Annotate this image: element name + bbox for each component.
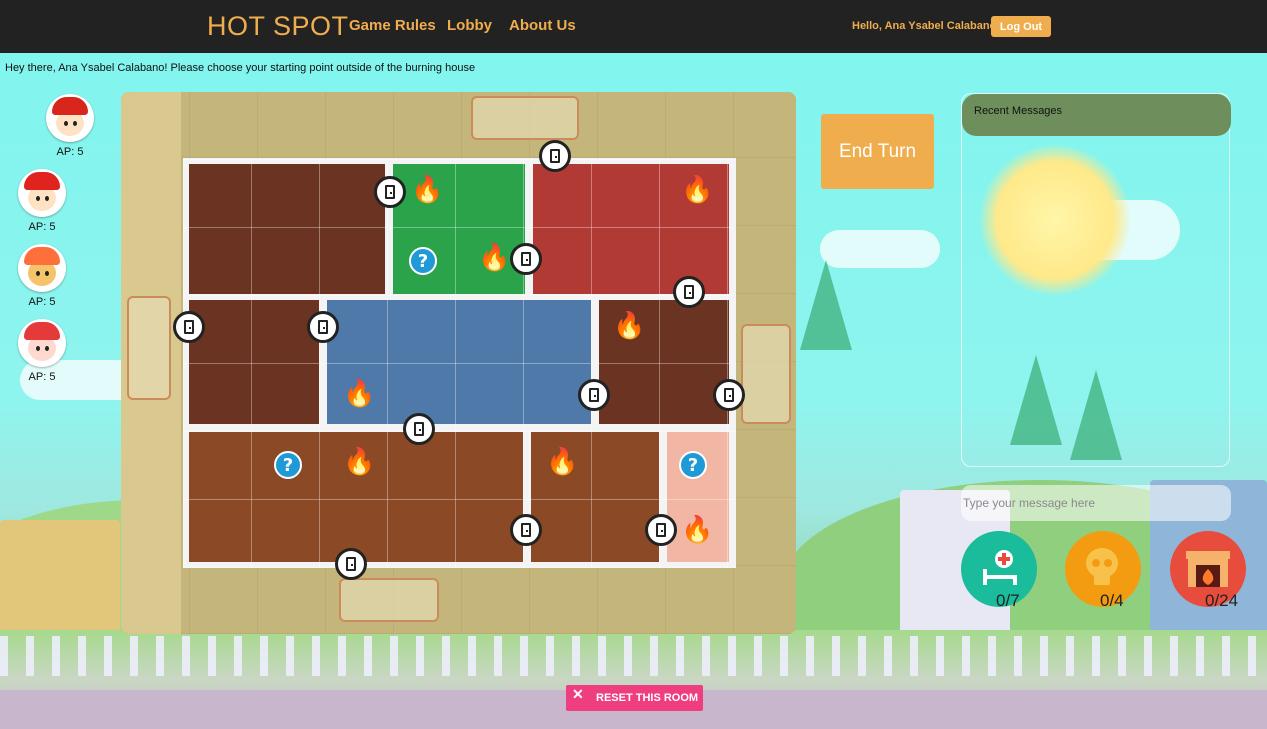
firefighter-avatar xyxy=(46,94,94,142)
point-of-interest-icon[interactable]: ? xyxy=(679,451,707,479)
damage-counter: 0/24 xyxy=(1170,531,1246,610)
action-points: AP: 5 xyxy=(28,371,56,383)
fire-icon: 🔥 xyxy=(546,446,579,476)
door-icon[interactable] xyxy=(307,311,339,343)
firefighter-cat-avatar xyxy=(18,319,66,367)
room-hallway[interactable] xyxy=(189,300,319,424)
status-message: Hey there, Ana Ysabel Calabano! Please c… xyxy=(5,62,476,74)
brand-logo[interactable]: HOT SPOT xyxy=(207,11,349,42)
chat-header: Recent Messages xyxy=(962,94,1231,136)
door-icon[interactable] xyxy=(374,176,406,208)
fire-icon: 🔥 xyxy=(613,310,646,340)
avatar-eye xyxy=(36,271,40,276)
fire-icon: 🔥 xyxy=(478,242,511,272)
fire-icon: 🔥 xyxy=(681,514,714,544)
player-1[interactable]: AP: 5 xyxy=(40,94,100,158)
avatar-eye xyxy=(45,346,49,351)
helmet-icon xyxy=(24,322,60,340)
door-icon[interactable] xyxy=(673,276,705,308)
fire-engine[interactable] xyxy=(127,296,171,400)
nav-link-game-rules[interactable]: Game Rules xyxy=(349,17,436,34)
door-icon[interactable] xyxy=(578,379,610,411)
reset-room-label: RESET THIS ROOM xyxy=(596,692,699,704)
point-of-interest-icon[interactable]: ? xyxy=(409,247,437,275)
avatar-eye xyxy=(36,346,40,351)
door-icon[interactable] xyxy=(713,379,745,411)
avatar-eye xyxy=(36,196,40,201)
nav-link-about-us[interactable]: About Us xyxy=(509,17,576,34)
fire-icon: 🔥 xyxy=(343,446,376,476)
helmet-icon xyxy=(24,247,60,265)
avatar-eye xyxy=(73,121,77,126)
player-4[interactable]: AP: 5 xyxy=(12,319,72,383)
fire-icon: 🔥 xyxy=(411,174,444,204)
action-points: AP: 5 xyxy=(56,146,84,158)
helmet-icon xyxy=(24,172,60,190)
door-icon[interactable] xyxy=(335,548,367,580)
top-navbar: HOT SPOT Game Rules Lobby About Us Hello… xyxy=(0,0,1267,53)
user-greeting: Hello, Ana Ysabel Calabano xyxy=(852,20,997,32)
player-2[interactable]: AP: 5 xyxy=(12,169,72,233)
damage-value: 0/24 xyxy=(1205,591,1239,610)
door-icon[interactable] xyxy=(403,413,435,445)
door-icon[interactable] xyxy=(510,243,542,275)
victims-lost-value: 0/4 xyxy=(1100,591,1124,610)
door-icon[interactable] xyxy=(510,514,542,546)
action-points: AP: 5 xyxy=(28,221,56,233)
reset-room-button[interactable]: ✕ RESET THIS ROOM xyxy=(566,685,703,711)
action-points: AP: 5 xyxy=(28,296,56,308)
helmet-icon xyxy=(52,97,88,115)
firefighter-avatar xyxy=(18,169,66,217)
fire-icon: 🔥 xyxy=(681,174,714,204)
door-icon[interactable] xyxy=(173,311,205,343)
end-turn-button[interactable]: End Turn xyxy=(821,114,934,189)
fence xyxy=(0,636,1267,676)
chat-message-input[interactable] xyxy=(961,485,1231,521)
tree xyxy=(800,260,852,350)
point-of-interest-icon[interactable]: ? xyxy=(274,451,302,479)
firefighter-dog-avatar xyxy=(18,244,66,292)
ambulance[interactable] xyxy=(471,96,579,140)
avatar-eye xyxy=(45,271,49,276)
game-board[interactable]: 🔥 🔥 🔥 🔥 🔥 🔥 🔥 🔥 ? ? ? xyxy=(121,92,796,634)
victims-lost-counter: 0/4 xyxy=(1065,531,1141,610)
room-living[interactable] xyxy=(189,164,385,294)
door-icon[interactable] xyxy=(645,514,677,546)
logout-button[interactable]: Log Out xyxy=(991,16,1051,37)
close-icon[interactable]: ✕ xyxy=(572,686,584,703)
avatar-eye xyxy=(64,121,68,126)
ambulance[interactable] xyxy=(741,324,791,424)
chat-panel: Recent Messages xyxy=(961,93,1231,467)
door-icon[interactable] xyxy=(539,140,571,172)
avatar-eye xyxy=(45,196,49,201)
victims-rescued-counter: 0/7 xyxy=(961,531,1037,610)
fire-engine[interactable] xyxy=(339,578,439,622)
victims-rescued-value: 0/7 xyxy=(996,591,1020,610)
player-3[interactable]: AP: 5 xyxy=(12,244,72,308)
nav-link-lobby[interactable]: Lobby xyxy=(447,17,492,34)
house xyxy=(0,520,120,640)
fire-icon: 🔥 xyxy=(343,378,376,408)
